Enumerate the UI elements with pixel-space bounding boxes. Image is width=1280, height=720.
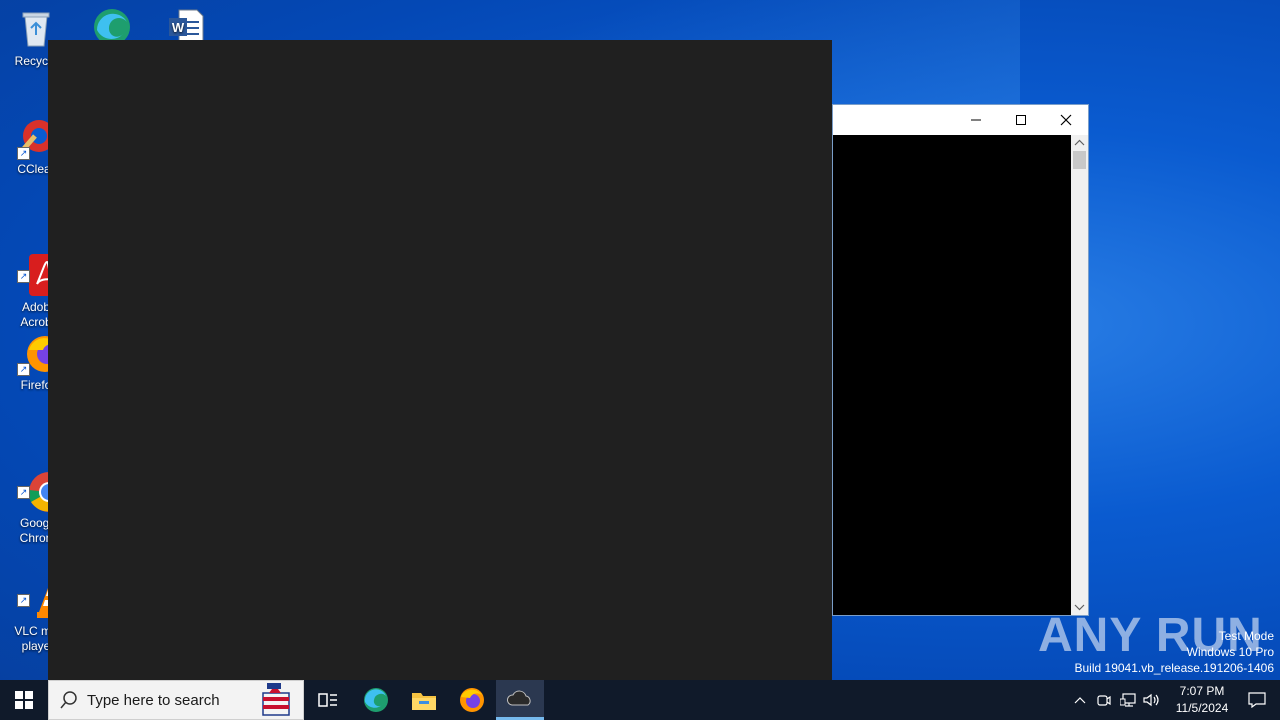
shortcut-arrow-icon: ↗ <box>17 147 30 160</box>
clock-date: 11/5/2024 <box>1175 701 1229 715</box>
cloud-app-icon <box>507 690 531 705</box>
scroll-up-icon[interactable] <box>1071 136 1088 150</box>
task-view-button[interactable] <box>304 680 352 720</box>
shortcut-arrow-icon: ↗ <box>17 363 30 376</box>
shortcut-arrow-icon: ↗ <box>17 270 30 283</box>
console-output[interactable] <box>833 135 1072 615</box>
desktop-icon-label: Firefo <box>20 378 52 392</box>
search-highlight-icon <box>262 683 290 716</box>
chevron-up-icon <box>1074 697 1086 704</box>
maximize-button[interactable] <box>998 105 1043 135</box>
console-scrollbar[interactable] <box>1071 135 1088 615</box>
shortcut-arrow-icon: ↗ <box>17 486 30 499</box>
taskbar-clock[interactable]: 7:07 PM 11/5/2024 <box>1170 683 1234 717</box>
start-button[interactable] <box>0 680 48 720</box>
taskbar-active-app-button[interactable] <box>496 680 544 720</box>
system-tray: 7:07 PM 11/5/2024 <box>1068 680 1280 720</box>
scrollbar-thumb[interactable] <box>1073 151 1086 169</box>
taskbar-file-explorer-button[interactable] <box>400 680 448 720</box>
tray-meet-button[interactable] <box>1092 680 1116 720</box>
taskbar-firefox-button[interactable] <box>448 680 496 720</box>
firefox-icon <box>460 688 484 712</box>
action-center-button[interactable] <box>1234 680 1280 720</box>
meet-now-icon <box>1097 695 1111 706</box>
close-button[interactable] <box>1043 105 1088 135</box>
search-icon <box>60 691 77 709</box>
network-icon <box>1120 693 1136 707</box>
taskbar-edge-button[interactable] <box>352 680 400 720</box>
search-placeholder: Type here to search <box>87 691 220 709</box>
file-explorer-icon <box>412 693 436 710</box>
close-icon <box>1060 114 1071 126</box>
minimize-icon <box>970 119 981 121</box>
taskbar: Type here to search 7:07 PM 11/5/2024 <box>0 680 1280 720</box>
dark-app-window[interactable] <box>48 40 832 680</box>
svg-text:W: W <box>172 20 185 35</box>
console-title-bar[interactable] <box>833 105 1088 135</box>
edge-icon <box>364 688 388 712</box>
system-watermark: Test Mode Windows 10 Pro Build 19041.vb_… <box>1075 628 1275 676</box>
watermark-edition: Windows 10 Pro <box>1186 645 1274 659</box>
watermark-build: Build 19041.vb_release.191206-1406 <box>1074 661 1275 675</box>
desktop-icon-label: Adob Acrob <box>20 300 52 329</box>
task-view-icon <box>318 693 337 707</box>
notification-icon <box>1248 692 1266 708</box>
maximize-icon <box>1015 115 1026 125</box>
minimize-button[interactable] <box>953 105 998 135</box>
show-hidden-icons-button[interactable] <box>1068 680 1092 720</box>
console-window[interactable] <box>832 104 1089 616</box>
shortcut-arrow-icon: ↗ <box>17 594 30 607</box>
windows-logo-icon <box>15 691 33 709</box>
clock-time: 7:07 PM <box>1179 684 1225 698</box>
volume-icon <box>1143 693 1159 707</box>
tray-network-button[interactable] <box>1116 680 1140 720</box>
watermark-test-mode: Test Mode <box>1218 629 1274 643</box>
tray-volume-button[interactable] <box>1140 680 1164 720</box>
taskbar-search-box[interactable]: Type here to search <box>48 680 304 720</box>
